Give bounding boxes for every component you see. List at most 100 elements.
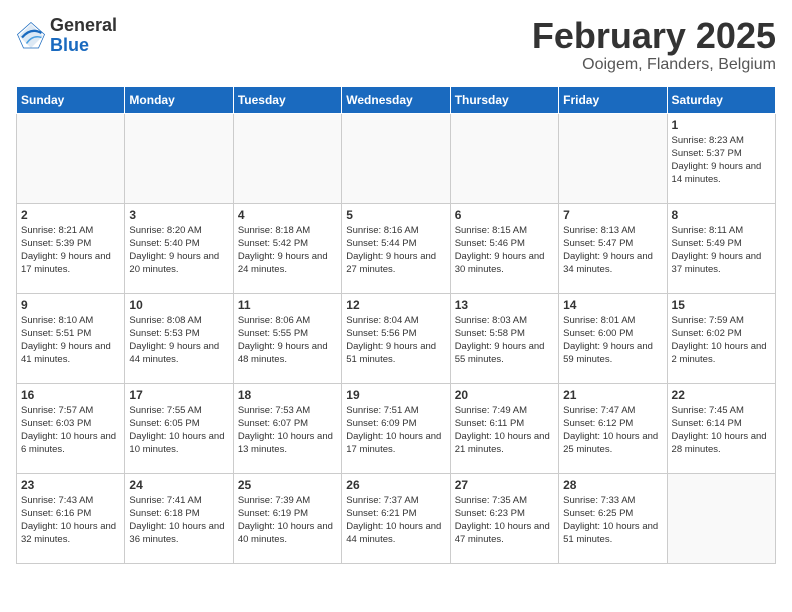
day-info: Sunrise: 8:21 AMSunset: 5:39 PMDaylight:… bbox=[21, 224, 120, 277]
calendar-day-cell: 16 Sunrise: 7:57 AMSunset: 6:03 PMDayligh… bbox=[17, 383, 125, 473]
calendar-week-row: 9Sunrise: 8:10 AMSunset: 5:51 PMDaylight… bbox=[17, 293, 776, 383]
calendar-day-cell: 11 Sunrise: 8:06 AMSunset: 5:55 PMDayligh… bbox=[233, 293, 341, 383]
day-number: 15 bbox=[672, 298, 771, 312]
day-info: Sunrise: 7:33 AMSunset: 6:25 PMDaylight:… bbox=[563, 494, 662, 547]
calendar-day-cell: 3Sunrise: 8:20 AMSunset: 5:40 PMDaylight… bbox=[125, 203, 233, 293]
calendar-day-cell: 8 Sunrise: 8:11 AMSunset: 5:49 PMDaylight… bbox=[667, 203, 775, 293]
weekday-header: Tuesday bbox=[233, 86, 341, 113]
day-info: Sunrise: 7:35 AMSunset: 6:23 PMDaylight:… bbox=[455, 494, 554, 547]
day-info: Sunrise: 8:04 AMSunset: 5:56 PMDaylight:… bbox=[346, 314, 445, 367]
calendar-day-cell: 15 Sunrise: 7:59 AMSunset: 6:02 PMDayligh… bbox=[667, 293, 775, 383]
day-number: 7 bbox=[563, 208, 662, 222]
calendar-day-cell bbox=[17, 113, 125, 203]
calendar-day-cell: 17 Sunrise: 7:55 AMSunset: 6:05 PMDayligh… bbox=[125, 383, 233, 473]
calendar-day-cell: 27 Sunrise: 7:35 AMSunset: 6:23 PMDayligh… bbox=[450, 473, 558, 563]
logo-icon bbox=[16, 21, 46, 51]
calendar-day-cell: 28Sunrise: 7:33 AMSunset: 6:25 PMDayligh… bbox=[559, 473, 667, 563]
logo-blue: Blue bbox=[50, 36, 117, 56]
calendar-day-cell: 9Sunrise: 8:10 AMSunset: 5:51 PMDaylight… bbox=[17, 293, 125, 383]
day-info: Sunrise: 8:20 AMSunset: 5:40 PMDaylight:… bbox=[129, 224, 228, 277]
day-number: 25 bbox=[238, 478, 337, 492]
calendar-day-cell: 12 Sunrise: 8:04 AMSunset: 5:56 PMDayligh… bbox=[342, 293, 450, 383]
day-info: Sunrise: 8:15 AMSunset: 5:46 PMDaylight:… bbox=[455, 224, 554, 277]
day-info: Sunrise: 8:08 AMSunset: 5:53 PMDaylight:… bbox=[129, 314, 228, 367]
day-number: 24 bbox=[129, 478, 228, 492]
weekday-header: Monday bbox=[125, 86, 233, 113]
logo: General Blue bbox=[16, 16, 117, 56]
day-number: 12 bbox=[346, 298, 445, 312]
day-number: 9 bbox=[21, 298, 120, 312]
calendar-table: SundayMondayTuesdayWednesdayThursdayFrid… bbox=[16, 86, 776, 564]
day-info: Sunrise: 7:59 AMSunset: 6:02 PMDaylight:… bbox=[672, 314, 771, 367]
day-number: 20 bbox=[455, 388, 554, 402]
calendar-day-cell: 22 Sunrise: 7:45 AMSunset: 6:14 PMDayligh… bbox=[667, 383, 775, 473]
calendar-day-cell bbox=[233, 113, 341, 203]
page-header: General Blue February 2025 Ooigem, Fland… bbox=[16, 16, 776, 74]
day-info: Sunrise: 7:55 AMSunset: 6:05 PMDaylight:… bbox=[129, 404, 228, 457]
day-number: 22 bbox=[672, 388, 771, 402]
calendar-day-cell bbox=[667, 473, 775, 563]
calendar-day-cell bbox=[342, 113, 450, 203]
day-info: Sunrise: 8:06 AMSunset: 5:55 PMDaylight:… bbox=[238, 314, 337, 367]
calendar-day-cell: 14 Sunrise: 8:01 AMSunset: 6:00 PMDayligh… bbox=[559, 293, 667, 383]
day-number: 5 bbox=[346, 208, 445, 222]
calendar-header-row: SundayMondayTuesdayWednesdayThursdayFrid… bbox=[17, 86, 776, 113]
weekday-header: Saturday bbox=[667, 86, 775, 113]
calendar-day-cell: 23 Sunrise: 7:43 AMSunset: 6:16 PMDayligh… bbox=[17, 473, 125, 563]
day-number: 6 bbox=[455, 208, 554, 222]
day-number: 18 bbox=[238, 388, 337, 402]
day-info: Sunrise: 7:37 AMSunset: 6:21 PMDaylight:… bbox=[346, 494, 445, 547]
calendar-day-cell: 19Sunrise: 7:51 AMSunset: 6:09 PMDayligh… bbox=[342, 383, 450, 473]
weekday-header: Sunday bbox=[17, 86, 125, 113]
day-number: 1 bbox=[672, 118, 771, 132]
day-number: 27 bbox=[455, 478, 554, 492]
day-info: Sunrise: 8:11 AMSunset: 5:49 PMDaylight:… bbox=[672, 224, 771, 277]
calendar-day-cell: 24 Sunrise: 7:41 AMSunset: 6:18 PMDayligh… bbox=[125, 473, 233, 563]
calendar-day-cell: 6 Sunrise: 8:15 AMSunset: 5:46 PMDaylight… bbox=[450, 203, 558, 293]
day-info: Sunrise: 7:49 AMSunset: 6:11 PMDaylight:… bbox=[455, 404, 554, 457]
day-info: Sunrise: 7:39 AMSunset: 6:19 PMDaylight:… bbox=[238, 494, 337, 547]
month-title: February 2025 bbox=[532, 16, 776, 56]
day-number: 2 bbox=[21, 208, 120, 222]
day-number: 14 bbox=[563, 298, 662, 312]
title-block: February 2025 Ooigem, Flanders, Belgium bbox=[532, 16, 776, 74]
weekday-header: Thursday bbox=[450, 86, 558, 113]
day-number: 21 bbox=[563, 388, 662, 402]
day-info: Sunrise: 7:53 AMSunset: 6:07 PMDaylight:… bbox=[238, 404, 337, 457]
day-info: Sunrise: 8:18 AMSunset: 5:42 PMDaylight:… bbox=[238, 224, 337, 277]
day-number: 23 bbox=[21, 478, 120, 492]
calendar-week-row: 23 Sunrise: 7:43 AMSunset: 6:16 PMDayligh… bbox=[17, 473, 776, 563]
day-number: 11 bbox=[238, 298, 337, 312]
day-info: Sunrise: 7:45 AMSunset: 6:14 PMDaylight:… bbox=[672, 404, 771, 457]
day-number: 17 bbox=[129, 388, 228, 402]
day-info: Sunrise: 8:01 AMSunset: 6:00 PMDaylight:… bbox=[563, 314, 662, 367]
location: Ooigem, Flanders, Belgium bbox=[532, 56, 776, 74]
day-info: Sunrise: 7:47 AMSunset: 6:12 PMDaylight:… bbox=[563, 404, 662, 457]
day-info: Sunrise: 8:16 AMSunset: 5:44 PMDaylight:… bbox=[346, 224, 445, 277]
calendar-day-cell bbox=[559, 113, 667, 203]
weekday-header: Wednesday bbox=[342, 86, 450, 113]
day-info: Sunrise: 7:57 AMSunset: 6:03 PMDaylight:… bbox=[21, 404, 120, 457]
calendar-day-cell: 26 Sunrise: 7:37 AMSunset: 6:21 PMDayligh… bbox=[342, 473, 450, 563]
day-number: 8 bbox=[672, 208, 771, 222]
day-number: 10 bbox=[129, 298, 228, 312]
calendar-day-cell: 20 Sunrise: 7:49 AMSunset: 6:11 PMDayligh… bbox=[450, 383, 558, 473]
calendar-week-row: 16 Sunrise: 7:57 AMSunset: 6:03 PMDayligh… bbox=[17, 383, 776, 473]
day-number: 19 bbox=[346, 388, 445, 402]
day-info: Sunrise: 7:41 AMSunset: 6:18 PMDaylight:… bbox=[129, 494, 228, 547]
day-info: Sunrise: 7:43 AMSunset: 6:16 PMDaylight:… bbox=[21, 494, 120, 547]
calendar-week-row: 1Sunrise: 8:23 AMSunset: 5:37 PMDaylight… bbox=[17, 113, 776, 203]
calendar-day-cell: 21 Sunrise: 7:47 AMSunset: 6:12 PMDayligh… bbox=[559, 383, 667, 473]
logo-text: General Blue bbox=[50, 16, 117, 56]
calendar-day-cell bbox=[450, 113, 558, 203]
calendar-day-cell: 18 Sunrise: 7:53 AMSunset: 6:07 PMDayligh… bbox=[233, 383, 341, 473]
day-number: 4 bbox=[238, 208, 337, 222]
calendar-day-cell: 5 Sunrise: 8:16 AMSunset: 5:44 PMDaylight… bbox=[342, 203, 450, 293]
day-number: 13 bbox=[455, 298, 554, 312]
calendar-day-cell: 25 Sunrise: 7:39 AMSunset: 6:19 PMDayligh… bbox=[233, 473, 341, 563]
calendar-day-cell: 7 Sunrise: 8:13 AMSunset: 5:47 PMDaylight… bbox=[559, 203, 667, 293]
day-info: Sunrise: 8:13 AMSunset: 5:47 PMDaylight:… bbox=[563, 224, 662, 277]
weekday-header: Friday bbox=[559, 86, 667, 113]
day-number: 26 bbox=[346, 478, 445, 492]
day-number: 16 bbox=[21, 388, 120, 402]
